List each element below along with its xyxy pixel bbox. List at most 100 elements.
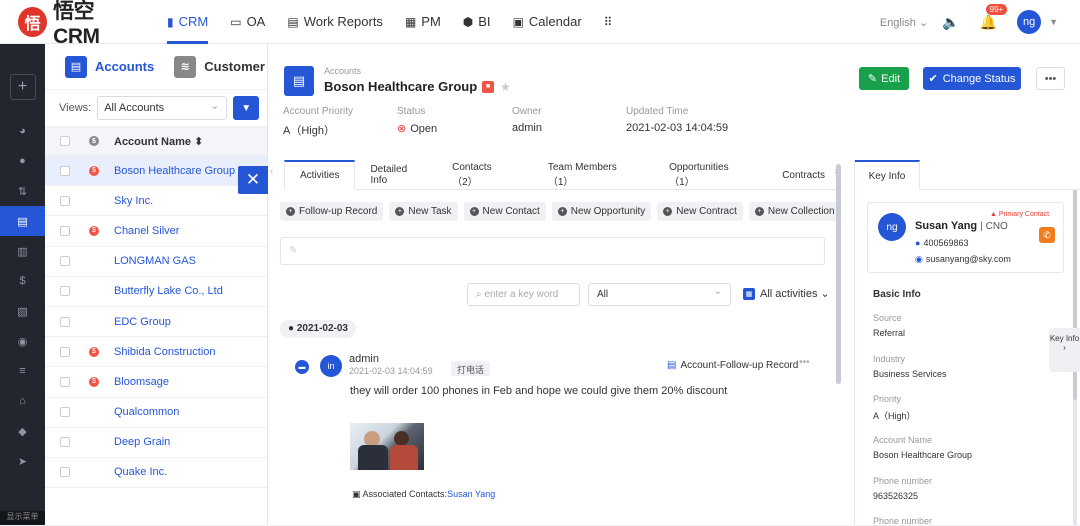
- edit-note-icon: ✎: [289, 245, 298, 256]
- nav-label: Work Reports: [303, 14, 383, 29]
- tab-detailed-info[interactable]: Detailed Info: [355, 160, 434, 190]
- more-button[interactable]: •••: [1036, 67, 1065, 90]
- speaker-icon[interactable]: 🔈: [942, 14, 959, 31]
- table-row[interactable]: EDC Group: [45, 307, 267, 338]
- contact-name[interactable]: Susan Yang: [915, 220, 977, 232]
- chevron-left-icon[interactable]: ‹: [270, 166, 273, 177]
- edit-button[interactable]: ✎ Edit: [859, 67, 909, 90]
- send-icon[interactable]: ➤: [0, 446, 45, 476]
- select-all-checkbox[interactable]: [60, 136, 70, 146]
- tab-key-info[interactable]: Key Info: [855, 160, 920, 190]
- table-row[interactable]: Butterfly Lake Co., Ltd: [45, 277, 267, 307]
- nav-pm[interactable]: ▦ PM: [394, 0, 452, 44]
- tab-customer[interactable]: ≋ Customer: [174, 55, 265, 78]
- row-checkbox[interactable]: [60, 346, 70, 357]
- table-row[interactable]: $ Chanel Silver: [45, 216, 267, 247]
- accounts-icon[interactable]: ▤: [0, 206, 45, 236]
- new-contact-button[interactable]: + New Contact: [463, 202, 546, 221]
- home-icon[interactable]: ⌂: [0, 386, 45, 416]
- views-select[interactable]: All Accounts: [97, 96, 228, 120]
- contacts-icon[interactable]: ▥: [0, 236, 45, 266]
- tab-team-members[interactable]: Team Members （1）: [526, 160, 647, 190]
- add-icon[interactable]: +: [9, 74, 36, 100]
- row-checkbox[interactable]: [60, 407, 70, 418]
- follow-up-record-button[interactable]: + Follow-up Record: [280, 202, 384, 221]
- table-row[interactable]: $ Bloomsage: [45, 367, 267, 398]
- language-select[interactable]: English ⌄: [880, 16, 928, 29]
- keyword-search-input[interactable]: ⌕ enter a key word: [467, 283, 580, 306]
- new-collection-button[interactable]: + New Collection: [748, 202, 841, 221]
- note-input[interactable]: ✎: [280, 237, 825, 265]
- table-row[interactable]: Deep Grain: [45, 428, 267, 458]
- row-checkbox[interactable]: [60, 195, 70, 206]
- close-detail-button[interactable]: ✕: [238, 166, 268, 194]
- filter-button[interactable]: ▼: [233, 96, 260, 120]
- account-name-link[interactable]: Quake Inc.: [114, 466, 167, 478]
- table-row[interactable]: LONGMAN GAS: [45, 247, 267, 277]
- account-name-link[interactable]: Shibida Construction: [114, 346, 216, 358]
- user-avatar[interactable]: ng: [1017, 10, 1042, 34]
- bag-icon[interactable]: ◉: [0, 326, 45, 356]
- nav-crm[interactable]: ▮ CRM: [156, 0, 219, 44]
- transfer-icon[interactable]: ⇅: [0, 176, 45, 206]
- table-row[interactable]: Quake Inc.: [45, 458, 267, 489]
- money-icon[interactable]: $: [0, 266, 45, 296]
- row-checkbox[interactable]: [60, 286, 70, 297]
- message-icon[interactable]: ●: [0, 146, 45, 176]
- key-info-side-tab[interactable]: Key Info ›: [1049, 328, 1080, 372]
- tab-opportunities[interactable]: Opportunities （1）: [647, 160, 760, 190]
- tab-contacts[interactable]: Contacts （2）: [434, 160, 526, 190]
- account-name-link[interactable]: Sky Inc.: [114, 195, 153, 207]
- account-name-link[interactable]: Bloomsage: [114, 376, 169, 388]
- account-name-link[interactable]: Deep Grain: [114, 436, 170, 448]
- row-checkbox[interactable]: [60, 437, 70, 448]
- activity-scrollbar[interactable]: [836, 164, 841, 384]
- assoc-contact-link[interactable]: Susan Yang: [447, 489, 495, 499]
- new-contract-button[interactable]: + New Contract: [657, 202, 743, 221]
- event-photo[interactable]: [350, 423, 424, 470]
- box-icon[interactable]: ◆: [0, 416, 45, 446]
- row-checkbox[interactable]: [60, 225, 70, 236]
- nav-apps-grid[interactable]: ⠿: [593, 0, 629, 44]
- dashboard-icon[interactable]: ◕: [0, 116, 45, 146]
- star-icon[interactable]: ★: [500, 80, 511, 94]
- account-name-link[interactable]: Qualcommon: [114, 406, 179, 418]
- new-opportunity-button[interactable]: + New Opportunity: [551, 202, 652, 221]
- account-name-link[interactable]: Boson Healthcare Group: [114, 165, 235, 177]
- row-checkbox[interactable]: [60, 316, 70, 327]
- all-activities-dropdown[interactable]: ▦ All activities ⌄: [743, 287, 830, 300]
- table-row[interactable]: $ Boson Healthcare Group: [45, 156, 267, 187]
- account-name-link[interactable]: Butterfly Lake Co., Ltd: [114, 285, 223, 297]
- tab-activities[interactable]: Activities: [284, 160, 356, 190]
- bell-icon[interactable]: 🔔 99+: [980, 3, 1008, 31]
- row-checkbox[interactable]: [60, 165, 70, 176]
- tab-contracts[interactable]: Contracts: [760, 160, 840, 190]
- nav-work-reports[interactable]: ▤ Work Reports: [276, 0, 394, 44]
- row-checkbox[interactable]: [60, 467, 70, 478]
- chevron-down-icon[interactable]: ▼: [1049, 17, 1058, 27]
- tab-accounts[interactable]: ▤ Accounts: [65, 55, 154, 78]
- nav-oa[interactable]: ▭ OA: [219, 0, 276, 44]
- event-time: 2021-02-03 14:04:59: [349, 366, 433, 376]
- change-status-button[interactable]: ✔ Change Status: [923, 67, 1021, 90]
- account-name-link[interactable]: LONGMAN GAS: [114, 255, 196, 267]
- new-task-button[interactable]: + New Task: [389, 202, 458, 221]
- activity-filter-select[interactable]: All: [588, 283, 731, 306]
- account-name-link[interactable]: EDC Group: [114, 316, 171, 328]
- app-logo[interactable]: 悟 悟空CRM: [18, 0, 138, 49]
- field-status: Status ⊗ Open: [397, 106, 437, 135]
- nav-calendar[interactable]: ▣ Calendar: [502, 0, 593, 44]
- account-name-link[interactable]: Chanel Silver: [114, 225, 179, 237]
- event-more-icon[interactable]: •••: [799, 357, 810, 368]
- col-account-name[interactable]: Account Name ⬍: [114, 135, 203, 148]
- table-row[interactable]: $ Shibida Construction: [45, 337, 267, 368]
- row-checkbox[interactable]: [60, 256, 70, 267]
- table-row[interactable]: Sky Inc.: [45, 186, 267, 217]
- show-menu-toggle[interactable]: 显示菜单: [0, 511, 45, 525]
- table-row[interactable]: Qualcommon: [45, 398, 267, 428]
- document-icon[interactable]: ▧: [0, 296, 45, 326]
- nav-bi[interactable]: ⬢ BI: [452, 0, 502, 44]
- row-checkbox[interactable]: [60, 376, 70, 387]
- call-button[interactable]: ✆: [1039, 227, 1055, 243]
- list-icon[interactable]: ≡: [0, 356, 45, 386]
